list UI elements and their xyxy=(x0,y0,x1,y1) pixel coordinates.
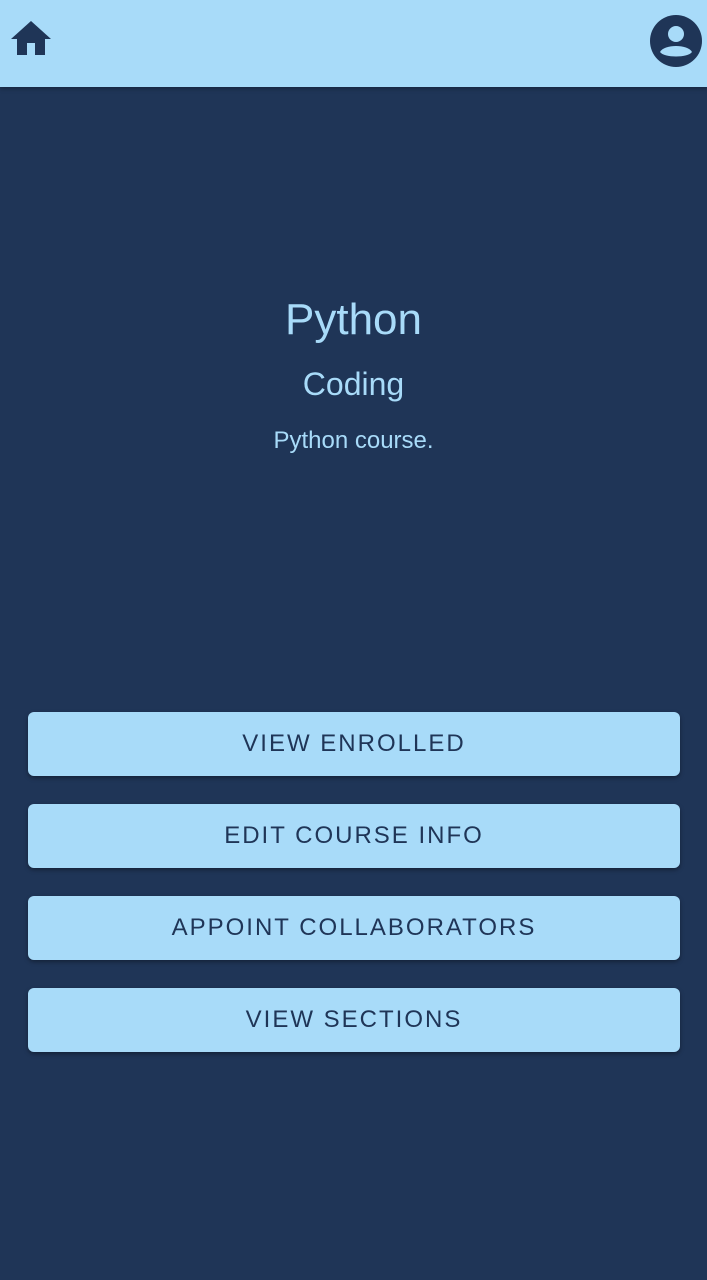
course-actions: VIEW ENROLLED EDIT COURSE INFO APPOINT C… xyxy=(28,712,680,1080)
account-button[interactable] xyxy=(649,14,703,73)
home-icon xyxy=(5,15,57,68)
edit-course-info-button[interactable]: EDIT COURSE INFO xyxy=(28,804,680,868)
appoint-collaborators-button[interactable]: APPOINT COLLABORATORS xyxy=(28,896,680,960)
home-button[interactable] xyxy=(4,16,58,66)
course-title: Python xyxy=(285,295,422,344)
course-description: Python course. xyxy=(273,427,434,454)
course-category: Coding xyxy=(302,366,405,402)
top-app-bar xyxy=(0,0,707,87)
account-circle-icon xyxy=(649,14,703,73)
view-sections-button[interactable]: VIEW SECTIONS xyxy=(28,988,680,1052)
course-header: Python Coding Python course. xyxy=(0,290,707,456)
view-enrolled-button[interactable]: VIEW ENROLLED xyxy=(28,712,680,776)
